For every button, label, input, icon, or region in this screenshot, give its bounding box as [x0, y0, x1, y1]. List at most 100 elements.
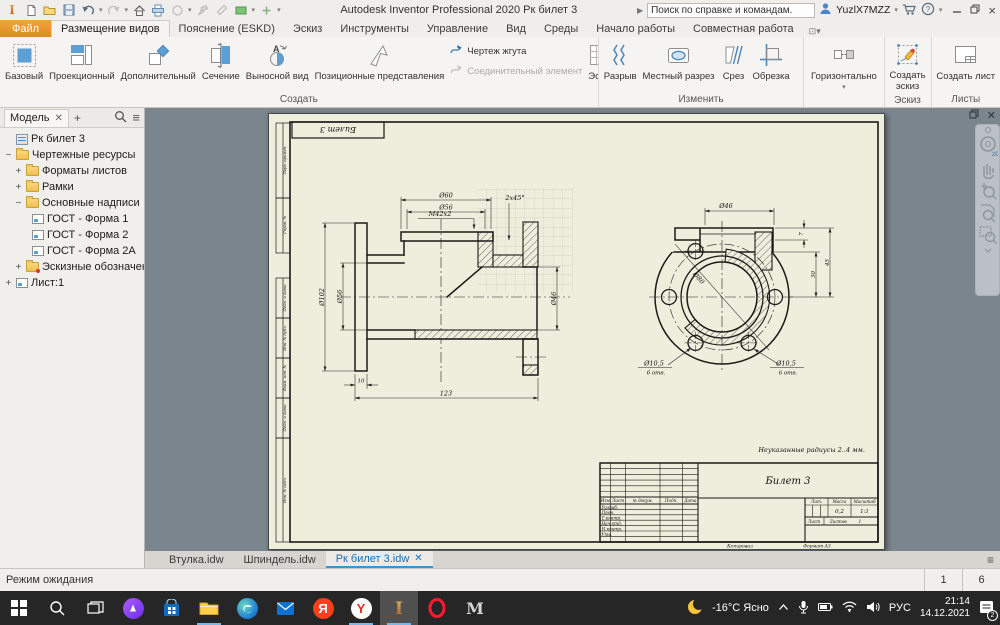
tree-item-sketch-symbols[interactable]: +Эскизные обозначения: [0, 259, 144, 275]
volume-icon[interactable]: [866, 601, 880, 616]
tab-manage[interactable]: Управление: [418, 20, 497, 37]
doc-tab-close-icon[interactable]: ✕: [414, 553, 422, 564]
search-expand-icon[interactable]: ▶: [637, 6, 643, 15]
tab-view[interactable]: Вид: [497, 20, 535, 37]
tab-getstarted[interactable]: Начало работы: [587, 20, 684, 37]
auxiliary-view-button[interactable]: Дополнительный: [118, 39, 199, 83]
help-search-input[interactable]: [647, 3, 815, 18]
break-button[interactable]: Разрыв: [601, 39, 640, 83]
save-icon[interactable]: [61, 2, 77, 18]
positional-representations-button[interactable]: Позиционные представления: [312, 39, 448, 83]
tab-collaborate[interactable]: Совместная работа: [684, 20, 803, 37]
opera-browser-icon[interactable]: [418, 591, 456, 625]
browser-tab-model[interactable]: Модель ✕: [4, 109, 69, 127]
ms-store-icon[interactable]: [152, 591, 190, 625]
tab-annotate-eskd[interactable]: Пояснение (ESKD): [170, 20, 284, 37]
file-explorer-icon[interactable]: [190, 591, 228, 625]
zoom-icon[interactable]: [978, 181, 998, 201]
restore-button[interactable]: [970, 4, 980, 17]
help-caret[interactable]: ▾: [939, 6, 943, 14]
help-icon[interactable]: ?: [921, 2, 935, 19]
battery-icon[interactable]: [818, 602, 833, 615]
user-caret[interactable]: ▾: [894, 6, 898, 14]
panel-sketch-label[interactable]: Эскиз: [885, 94, 931, 107]
yandex-app-icon[interactable]: Я: [304, 591, 342, 625]
tree-item-borders[interactable]: +Рамки: [0, 179, 144, 195]
panel-create-label[interactable]: Создать: [0, 93, 598, 107]
clock[interactable]: 21:1414.12.2021: [920, 596, 970, 620]
zoom-all-icon[interactable]: [978, 203, 998, 223]
tree-item-gost-form2[interactable]: ГОСТ - Форма 2: [0, 227, 144, 243]
yandex-browser-icon[interactable]: Y: [342, 591, 380, 625]
minimize-button[interactable]: [952, 4, 962, 17]
doc-restore-icon[interactable]: [969, 109, 979, 122]
tree-item-root[interactable]: Рк билет 3: [0, 131, 144, 147]
browser-add-tab-icon[interactable]: +: [74, 111, 81, 125]
doc-tab-shpindel[interactable]: Шпиндель.idw: [234, 551, 326, 568]
undo-icon[interactable]: [80, 2, 96, 18]
edge-browser-icon[interactable]: [228, 591, 266, 625]
tree-item-gost-form2a[interactable]: ГОСТ - Форма 2А: [0, 243, 144, 259]
language-indicator[interactable]: РУС: [889, 602, 911, 614]
crop-button[interactable]: Обрезка: [749, 39, 792, 83]
store-cart-icon[interactable]: [902, 3, 917, 18]
username[interactable]: YuzlX7MZZ: [836, 4, 890, 16]
alice-app-icon[interactable]: [114, 591, 152, 625]
drawing-canvas[interactable]: ✕: [145, 108, 1000, 551]
tab-sketch[interactable]: Эскиз: [284, 20, 331, 37]
drawing-sheet-svg[interactable]: Перв. примен. Справ. № Подп. и дата Инв.…: [268, 113, 885, 550]
new-file-icon[interactable]: [23, 2, 39, 18]
section-view-button[interactable]: Сечение: [199, 39, 243, 83]
detail-view-button[interactable]: A Выносной вид: [243, 39, 312, 83]
navbar-collapse-icon[interactable]: [983, 127, 993, 133]
create-sheet-button[interactable]: Создать лист: [933, 39, 998, 83]
navbar-more-icon[interactable]: [983, 247, 993, 255]
doc-tabs-menu-icon[interactable]: ≡: [987, 553, 994, 567]
tab-file[interactable]: Файл: [0, 20, 51, 37]
tray-expand-icon[interactable]: [778, 602, 789, 614]
tab-tools[interactable]: Инструменты: [331, 20, 418, 37]
print-icon[interactable]: [150, 2, 166, 18]
inventor-taskbar-icon[interactable]: I: [380, 591, 418, 625]
projected-view-button[interactable]: Проекционный: [46, 39, 118, 83]
ribbon-options-icon[interactable]: ⊡▾: [809, 26, 821, 37]
base-view-button[interactable]: Базовый: [2, 39, 46, 83]
tab-place-views[interactable]: Размещение видов: [51, 20, 170, 37]
open-file-icon[interactable]: [42, 2, 58, 18]
create-sketch-button[interactable]: Создать эскиз: [885, 39, 932, 94]
panel-sheets-label[interactable]: Листы: [932, 93, 1000, 107]
tab-environments[interactable]: Среды: [535, 20, 587, 37]
undo-caret[interactable]: ▾: [99, 6, 103, 14]
doc-tab-vtulka[interactable]: Втулка.idw: [159, 551, 234, 568]
weather-moon-icon[interactable]: [687, 599, 703, 618]
tree-item-gost-form1[interactable]: ГОСТ - Форма 1: [0, 211, 144, 227]
navigation-wheel-icon[interactable]: 2D: [978, 135, 998, 157]
browser-menu-icon[interactable]: ≡: [132, 110, 140, 125]
browser-search-icon[interactable]: [114, 110, 127, 126]
pan-hand-icon[interactable]: [978, 159, 998, 179]
material-swatch-icon[interactable]: [233, 2, 249, 18]
harness-drawing-button[interactable]: Чертеж жгута: [449, 43, 582, 59]
slice-button[interactable]: Срез: [717, 39, 749, 83]
weather-temp[interactable]: -16°C Ясно: [712, 602, 769, 614]
wifi-icon[interactable]: [842, 601, 857, 615]
tree-item-resources[interactable]: −Чертежные ресурсы: [0, 147, 144, 163]
doc-close-icon[interactable]: ✕: [987, 109, 996, 122]
start-button[interactable]: [0, 591, 38, 625]
tree-item-title-blocks[interactable]: −Основные надписи: [0, 195, 144, 211]
align-caret[interactable]: ▾: [842, 83, 846, 91]
action-center-icon[interactable]: 2: [979, 600, 994, 617]
panel-modify-label[interactable]: Изменить: [599, 93, 803, 107]
home-icon[interactable]: [131, 2, 147, 18]
zoom-window-icon[interactable]: [978, 225, 998, 245]
task-view-icon[interactable]: [76, 591, 114, 625]
m-app-icon[interactable]: M: [456, 591, 494, 625]
material-caret[interactable]: ▾: [252, 6, 256, 14]
taskbar-search-icon[interactable]: [38, 591, 76, 625]
breakout-button[interactable]: Местный разрез: [640, 39, 718, 83]
tree-item-sheet-formats[interactable]: +Форматы листов: [0, 163, 144, 179]
mail-app-icon[interactable]: [266, 591, 304, 625]
qat-options-caret[interactable]: ▾: [277, 6, 281, 14]
close-button[interactable]: ×: [988, 4, 996, 17]
tree-item-sheet1[interactable]: +Лист:1: [0, 275, 144, 291]
